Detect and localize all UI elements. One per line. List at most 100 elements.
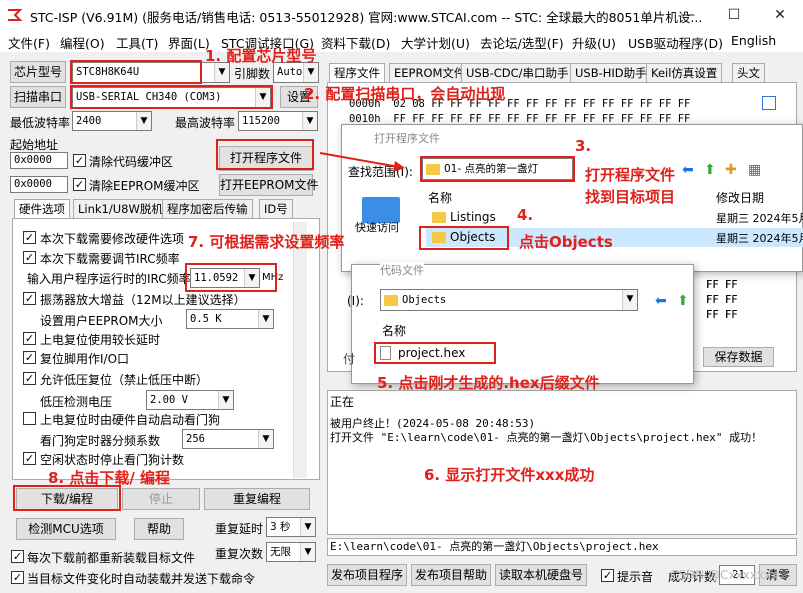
menu-forum[interactable]: 去论坛/选型(F) (480, 33, 564, 52)
adjust-irc-label: 本次下载需要调节IRC频率 (40, 252, 180, 266)
beep-label: 提示音 (617, 570, 654, 584)
irc-frequency-label: 输入用户程序运行时的IRC频率 (27, 272, 191, 286)
annotation-8: 8. 点击下载/ 编程 (48, 469, 171, 487)
title-bar: STC-ISP (V6.91M) (服务电话/销售电话: 0513-550129… (0, 0, 803, 31)
reset-pin-io-checkbox[interactable]: ✓ (23, 351, 36, 364)
tab-usb-cdc[interactable]: USB-CDC/串口助手 (461, 63, 574, 83)
back-icon[interactable]: ⬅ (655, 293, 667, 309)
dialog-title: 代码文件 (380, 262, 424, 278)
look-in-select[interactable]: Objects ▼ (380, 289, 638, 311)
back-icon[interactable]: ⬅ (682, 162, 694, 178)
menu-download[interactable]: 资料下载(D) (321, 33, 390, 52)
menu-interface[interactable]: 界面(L) (168, 33, 210, 52)
publish-program-button[interactable]: 发布项目程序 (327, 564, 407, 586)
log-line: 打开文件 "E:\learn\code\01- 点亮的第一盏灯\Objects\… (330, 431, 763, 444)
tab-program-file[interactable]: 程序文件 (329, 63, 385, 83)
poweron-delay-checkbox[interactable]: ✓ (23, 332, 36, 345)
start-address-label: 起始地址 (10, 138, 59, 152)
menu-usb-driver[interactable]: USB驱动程序(D) (628, 33, 723, 52)
publish-help-button[interactable]: 发布项目帮助 (411, 564, 491, 586)
maximize-button[interactable]: ☐ (711, 0, 757, 31)
repeat-count-select[interactable]: 无限 ▼ (266, 542, 316, 562)
wdt-divider-label: 看门狗定时器分频系数 (40, 434, 161, 448)
hex-side: FF FF (706, 309, 738, 321)
minimize-button[interactable]: — (665, 0, 711, 31)
chevron-down-icon: ▼ (622, 290, 637, 310)
clear-code-checkbox[interactable]: ✓ (73, 154, 86, 167)
tab-usb-hid[interactable]: USB-HID助手 (570, 63, 652, 83)
menu-english[interactable]: English (731, 33, 776, 48)
reload-label: 每次下载前都重新装载目标文件 (27, 551, 196, 565)
min-baud-label: 最低波特率 (10, 116, 71, 130)
auto-send-checkbox[interactable]: ✓ (11, 571, 24, 584)
eeprom-size-label: 设置用户EEPROM大小 (40, 314, 163, 328)
help-button[interactable]: 帮助 (134, 518, 184, 540)
chevron-down-icon: ▼ (218, 391, 233, 409)
repeat-delay-label: 重复延时 (215, 522, 264, 536)
min-baud-select[interactable]: 2400 ▼ (72, 111, 152, 131)
folder-icon (432, 212, 446, 223)
modify-hw-checkbox[interactable]: ✓ (23, 231, 36, 244)
chevron-down-icon: ▼ (258, 310, 273, 328)
clear-eeprom-checkbox[interactable]: ✓ (73, 178, 86, 191)
view-menu-icon[interactable]: ▦ (748, 162, 761, 178)
low-voltage-label: 低压检测电压 (40, 395, 113, 409)
watchdog-checkbox[interactable] (23, 412, 36, 425)
window-title: STC-ISP (V6.91M) (服务电话/销售电话: 0513-550129… (30, 10, 703, 25)
col-date-header: 修改日期 (716, 191, 765, 205)
close-button[interactable]: ✕ (757, 0, 803, 31)
hex-side: FF FF (706, 294, 738, 306)
annotation-4b: 点击Objects (519, 233, 613, 251)
menu-tools[interactable]: 工具(T) (116, 33, 158, 52)
tab-encrypt[interactable]: 程序加密后传输 (162, 199, 253, 219)
stop-button[interactable]: 停止 (122, 488, 200, 510)
tab-hardware[interactable]: 硬件选项 (14, 199, 70, 219)
reload-checkbox[interactable]: ✓ (11, 550, 24, 563)
new-folder-icon[interactable]: ✚ (725, 162, 737, 178)
chevron-down-icon: ▼ (136, 112, 151, 130)
idle-wdt-checkbox[interactable]: ✓ (23, 452, 36, 465)
up-folder-icon[interactable]: ⬆ (677, 293, 689, 309)
scan-port-button[interactable]: 扫描串口 (10, 86, 66, 108)
modify-hw-label: 本次下载需要修改硬件选项 (40, 232, 185, 246)
tab-id[interactable]: ID号 (259, 199, 293, 219)
tab-eeprom-file[interactable]: EEPROM文件 (389, 63, 471, 83)
open-eeprom-file-button[interactable]: 打开EEPROM文件 (219, 174, 319, 196)
annotation-box-open (216, 139, 314, 170)
code-address-input[interactable]: 0x0000 (10, 152, 68, 169)
menu-program[interactable]: 编程(O) (60, 33, 105, 52)
read-disk-id-button[interactable]: 读取本机硬盘号 (495, 564, 587, 586)
up-folder-icon[interactable]: ⬆ (704, 162, 716, 178)
repeat-delay-select[interactable]: 3 秒 ▼ (266, 517, 316, 537)
osc-gain-checkbox[interactable]: ✓ (23, 292, 36, 305)
menu-university[interactable]: 大学计划(U) (401, 33, 470, 52)
eeprom-size-select[interactable]: 0.5 K ▼ (186, 309, 274, 329)
tab-link1[interactable]: Link1/U8W脱机 (73, 199, 168, 219)
chip-model-button[interactable]: 芯片型号 (10, 61, 66, 83)
pin-count-label: 引脚数 (234, 67, 271, 81)
annotation-arrow (319, 152, 405, 172)
annotation-box-port (70, 85, 273, 109)
menu-upgrade[interactable]: 升级(U) (572, 33, 616, 52)
poweron-delay-label: 上电复位使用较长延时 (40, 333, 161, 347)
check-mcu-button[interactable]: 检测MCU选项 (16, 518, 116, 540)
menu-file[interactable]: 文件(F) (8, 33, 50, 52)
max-baud-select[interactable]: 115200 ▼ (238, 111, 318, 131)
low-voltage-select[interactable]: 2.00 V ▼ (146, 390, 234, 410)
item-date: 星期三 2024年5月 (716, 212, 803, 225)
save-data-button[interactable]: 保存数据 (703, 347, 774, 367)
beep-checkbox[interactable]: ✓ (601, 569, 614, 582)
options-scrollbar[interactable] (293, 222, 307, 478)
repeat-program-button[interactable]: 重复编程 (204, 488, 310, 510)
adjust-irc-checkbox[interactable]: ✓ (23, 251, 36, 264)
tab-keil[interactable]: Keil仿真设置 (646, 63, 723, 83)
annotation-3: 3. (575, 137, 592, 155)
annotation-3c: 找到目标项目 (585, 188, 676, 206)
annotation-box-hex (374, 342, 496, 364)
chevron-down-icon: ▼ (300, 518, 315, 536)
low-voltage-reset-checkbox[interactable]: ✓ (23, 372, 36, 385)
wdt-divider-select[interactable]: 256 ▼ (182, 429, 274, 449)
list-item[interactable]: Listings 星期三 2024年5月 (426, 208, 803, 227)
tab-header[interactable]: 头文 (732, 63, 765, 83)
eeprom-address-input[interactable]: 0x0000 (10, 176, 68, 193)
